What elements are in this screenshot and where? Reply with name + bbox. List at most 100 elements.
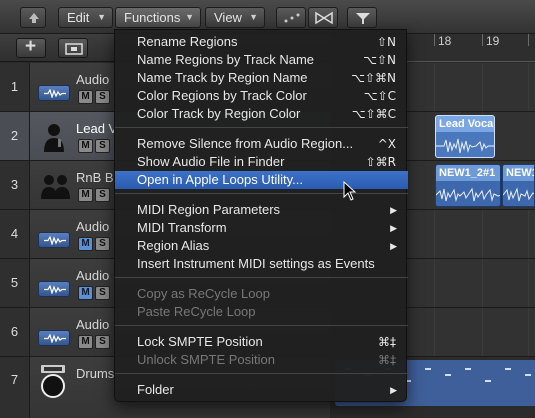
solo-button[interactable]: S [95,286,110,300]
new-folder-button[interactable] [58,38,88,58]
solo-button[interactable]: S [95,188,110,202]
link-button[interactable] [308,7,338,28]
grid-line [482,308,483,356]
region-label: NEW1 [506,167,535,179]
menu-item-shortcut: ⌥⇧N [363,53,396,67]
menu-item-label: MIDI Region Parameters [137,202,281,217]
menu-item-label: Color Regions by Track Color [137,88,307,103]
solo-button[interactable]: S [95,90,110,104]
functions-menu-label: Functions [124,10,181,25]
menu-item-label: Folder [137,382,174,397]
menu-item-label: Open in Apple Loops Utility... [137,172,303,187]
menu-item-label: Name Regions by Track Name [137,52,315,67]
solo-button[interactable]: S [95,237,110,251]
catch-mode-button[interactable] [276,7,306,28]
menu-item-shortcut: ⇧⌘R [365,155,396,169]
track-name: Audio [76,219,110,234]
grid-line [528,210,529,258]
folder-plus-icon [65,43,83,55]
waveform-icon [436,138,494,154]
menu-separator [115,127,408,128]
drum-machine-icon [41,365,65,398]
mute-button[interactable]: M [78,286,93,300]
grid-line [434,259,435,307]
menu-item-shortcut: ⌘‡ [378,335,396,349]
functions-menu-button[interactable]: Functions ▼ [115,7,201,28]
mute-button[interactable]: M [78,237,93,251]
menu-item-name-track-by-region[interactable]: Name Track by Region Name ⌥⇧⌘N [115,69,408,87]
bowtie-icon [315,11,333,25]
solo-button[interactable]: S [95,139,110,153]
grid-line [434,63,435,111]
region-label: Lead Voca [439,118,494,130]
track-number: 6 [0,308,30,356]
edit-menu-button[interactable]: Edit ▼ [58,7,113,28]
up-arrow-icon [29,13,39,23]
submenu-arrow-icon: ▶ [390,385,397,395]
menu-item-shortcut: ^X [377,137,396,151]
mute-button[interactable]: M [78,335,93,349]
menu-item-label: Unlock SMPTE Position [137,352,275,367]
menu-item-folder[interactable]: Folder ▶ [115,381,408,399]
mouse-pointer-icon [343,181,357,201]
mute-button[interactable]: M [78,188,93,202]
filter-button[interactable] [347,7,377,28]
grid-line [434,308,435,356]
audio-region[interactable]: NEW1 [502,164,535,207]
view-menu-button[interactable]: View ▼ [205,7,265,28]
menu-item-unlock-smpte-position: Unlock SMPTE Position ⌘‡ [115,351,408,369]
menu-item-insert-instrument-midi-settings[interactable]: Insert Instrument MIDI settings as Event… [115,255,408,273]
menu-item-shortcut: ⌘‡ [378,353,396,367]
menu-item-label: Region Alias [137,238,210,253]
edit-menu-label: Edit [67,10,90,25]
grid-line [482,210,483,258]
menu-item-name-regions-by-track[interactable]: Name Regions by Track Name ⌥⇧N [115,51,408,69]
menu-item-color-track-by-region[interactable]: Color Track by Region Color ⌥⇧⌘C [115,105,408,123]
menu-item-label: Paste ReCycle Loop [137,304,256,319]
menu-item-region-alias[interactable]: Region Alias ▶ [115,237,408,255]
waveform-icon [503,187,534,202]
menu-item-shortcut: ⌥⇧C [363,89,396,103]
menu-item-midi-transform[interactable]: MIDI Transform ▶ [115,219,408,237]
menu-item-label: Show Audio File in Finder [137,154,285,169]
functions-menu: Rename Regions ⇧N Name Regions by Track … [114,29,408,402]
solo-button[interactable]: S [95,335,110,349]
audio-waveform-icon [38,232,70,248]
menu-item-label: Name Track by Region Name [137,70,308,85]
menu-item-midi-region-parameters[interactable]: MIDI Region Parameters ▶ [115,201,408,219]
menu-item-show-in-finder[interactable]: Show Audio File in Finder ⇧⌘R [115,153,408,171]
chevron-down-icon: ▼ [185,12,194,22]
mute-button[interactable]: M [78,139,93,153]
audio-region[interactable]: NEW1_2#1 [435,164,501,207]
menu-item-open-in-apple-loops-utility[interactable]: Open in Apple Loops Utility... [115,171,408,189]
track-name: RnB B [76,170,114,185]
track-name: Audio [76,268,110,283]
menu-item-label: Insert Instrument MIDI settings as Event… [137,256,375,271]
menu-item-lock-smpte-position[interactable]: Lock SMPTE Position ⌘‡ [115,333,408,351]
menu-item-color-regions-by-track[interactable]: Color Regions by Track Color ⌥⇧C [115,87,408,105]
add-track-button[interactable]: + [16,36,46,58]
submenu-arrow-icon: ▶ [390,205,397,215]
ruler-label: 19 [486,34,500,48]
dots-line-icon [284,13,300,23]
track-name: Lead V [76,121,118,136]
track-name: Audio [76,72,110,87]
singer-icon [44,124,64,152]
menu-item-label: Copy as ReCycle Loop [137,286,270,301]
menu-item-remove-silence[interactable]: Remove Silence from Audio Region... ^X [115,135,408,153]
audio-region[interactable]: Lead Voca [435,115,495,158]
plus-icon: + [25,36,37,57]
menu-item-copy-recycle-loop: Copy as ReCycle Loop [115,285,408,303]
menu-item-label: Rename Regions [137,34,238,49]
up-level-button[interactable] [20,7,46,28]
mute-button[interactable]: M [78,90,93,104]
menu-item-rename-regions[interactable]: Rename Regions ⇧N [115,33,408,51]
ruler-tick [528,34,529,46]
audio-waveform-icon [38,330,70,346]
ruler-label: 18 [438,34,452,48]
menu-item-label: Remove Silence from Audio Region... [137,136,354,151]
grid-line [482,259,483,307]
menu-item-shortcut: ⌥⇧⌘N [351,71,396,85]
track-number: 4 [0,210,30,258]
menu-separator [115,193,408,194]
